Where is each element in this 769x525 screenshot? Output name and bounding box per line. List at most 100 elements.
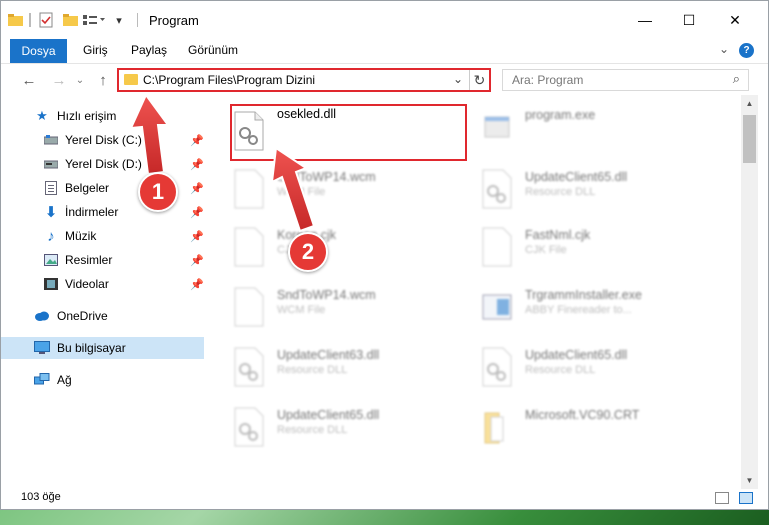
file-item-wcm[interactable]: SndToWP14.wcm WCM File [233, 163, 473, 215]
callout-badge-2: 2 [288, 232, 328, 272]
app-file-icon [482, 294, 512, 320]
maximize-button[interactable]: ☐ [667, 1, 711, 39]
recent-locations-icon[interactable]: ⌄ [73, 69, 87, 91]
pin-icon[interactable]: 📌 [190, 254, 204, 267]
expand-ribbon-icon[interactable]: ⌄ [719, 42, 729, 56]
pin-icon[interactable]: 📌 [190, 206, 204, 219]
close-button[interactable]: ✕ [713, 1, 757, 39]
file-name: UpdateClient65.dll [525, 170, 628, 184]
file-item-installer-exe[interactable]: TrgrammInstaller.exe ABBY Finereader to.… [481, 281, 721, 333]
sidebar-item-label: Hızlı erişim [57, 109, 117, 123]
file-item-program-exe[interactable]: program.exe [481, 101, 721, 153]
folder-icon [7, 10, 23, 30]
sidebar-item-pictures[interactable]: Resimler 📌 [1, 249, 204, 271]
quick-access-dropdown-icon[interactable]: ▾ [111, 10, 127, 30]
file-type: Resource DLL [277, 364, 348, 376]
file-item-dll[interactable]: UpdateClient65.dll Resource DLL [481, 341, 721, 393]
file-name: program.exe [525, 108, 596, 122]
sidebar-item-label: Yerel Disk (D:) [65, 157, 142, 171]
sidebar-item-music[interactable]: ♪ Müzik 📌 [1, 225, 204, 247]
file-item-wcm[interactable]: SndToWP14.wcm WCM File [233, 281, 473, 333]
file-name: SndToWP14.wcm [277, 170, 376, 184]
item-count: 103 öğe [21, 491, 61, 503]
sidebar-item-label: Belgeler [65, 181, 110, 195]
drive-icon [43, 132, 59, 148]
tab-file[interactable]: Dosya [10, 39, 67, 63]
refresh-icon[interactable]: ↻ [469, 70, 489, 90]
documents-icon [43, 180, 59, 196]
file-item-cjk[interactable]: FastNml.cjk CJK File [481, 221, 721, 273]
forward-arrow-icon[interactable]: → [49, 69, 69, 91]
details-view-icon[interactable] [715, 492, 729, 504]
search-input[interactable]: Ara: Program [512, 73, 583, 87]
sidebar-item-label: Videolar [65, 277, 109, 291]
address-history-icon[interactable]: ⌄ [453, 72, 463, 86]
sidebar-item-this-pc[interactable]: Bu bilgisayar [1, 337, 204, 359]
tab-home[interactable]: Giriş [83, 43, 108, 57]
sidebar-item-local-disk-c[interactable]: Yerel Disk (C:) 📌 [1, 129, 204, 151]
pin-icon[interactable]: 📌 [190, 182, 204, 195]
vertical-scrollbar[interactable]: ▲ ▼ [741, 95, 758, 489]
navigation-pane: ★ Hızlı erişim Yerel Disk (C:) 📌 Yerel D… [1, 95, 207, 489]
file-name: TrgrammInstaller.exe [525, 288, 642, 302]
scroll-down-icon[interactable]: ▼ [741, 472, 758, 489]
customize-toolbar-icon[interactable] [81, 10, 107, 30]
scroll-thumb[interactable] [743, 115, 756, 163]
blank-file-icon [234, 287, 264, 327]
dll-file-icon [234, 407, 264, 447]
properties-icon[interactable] [37, 10, 55, 30]
help-icon[interactable]: ? [739, 43, 754, 58]
navigation-bar: ← → ⌄ ↑ C:\Program Files\Program Dizini … [1, 63, 768, 95]
dll-file-icon [482, 169, 512, 209]
tab-share[interactable]: Paylaş [131, 43, 167, 57]
folder-icon [484, 412, 504, 444]
star-icon: ★ [36, 108, 48, 123]
file-type: Resource DLL [277, 424, 348, 436]
sidebar-item-videos[interactable]: Videolar 📌 [1, 273, 204, 295]
sidebar-item-onedrive[interactable]: OneDrive [1, 305, 204, 327]
new-folder-icon[interactable] [61, 10, 79, 30]
explorer-window: ▾ Program — ☐ ✕ Dosya Giriş Paylaş Görün… [0, 0, 769, 510]
pictures-icon [43, 252, 59, 268]
search-icon[interactable]: ⌕ [733, 71, 740, 87]
download-icon: ⬇ [44, 204, 58, 221]
back-arrow-icon[interactable]: ← [19, 69, 39, 91]
file-item-folder[interactable]: Microsoft.VC90.CRT [481, 401, 721, 453]
music-icon: ♪ [47, 227, 55, 245]
search-box[interactable]: Ara: Program ⌕ [502, 69, 749, 91]
pin-icon[interactable]: 📌 [190, 278, 204, 291]
title-bar: ▾ Program — ☐ ✕ [1, 1, 768, 39]
ribbon-tabs: Dosya Giriş Paylaş Görünüm ⌄ ? [1, 39, 768, 63]
sidebar-item-quick-access[interactable]: ★ Hızlı erişim [1, 105, 204, 127]
up-arrow-icon[interactable]: ↑ [93, 69, 113, 91]
file-name: FastNml.cjk [525, 228, 591, 242]
address-folder-icon [124, 74, 138, 85]
scroll-up-icon[interactable]: ▲ [741, 95, 758, 112]
exe-file-icon [484, 116, 510, 138]
cloud-icon [34, 308, 50, 324]
sidebar-item-label: İndirmeler [65, 205, 119, 219]
file-type: CJK File [525, 244, 567, 256]
file-item-cjk[interactable]: Korean.cjk CJK File [233, 221, 473, 273]
pin-icon[interactable]: 📌 [190, 134, 204, 147]
address-path[interactable]: C:\Program Files\Program Dizini [143, 73, 315, 87]
toolbar-separator [29, 13, 31, 27]
sidebar-item-label: OneDrive [57, 309, 108, 323]
pin-icon[interactable]: 📌 [190, 230, 204, 243]
pin-icon[interactable]: 📌 [190, 158, 204, 171]
file-item-dll[interactable]: UpdateClient65.dll Resource DLL [233, 401, 473, 453]
file-name: UpdateClient65.dll [525, 348, 628, 362]
file-item-dll[interactable]: UpdateClient63.dll Resource DLL [233, 341, 473, 393]
tab-view[interactable]: Görünüm [188, 43, 238, 57]
address-bar[interactable]: C:\Program Files\Program Dizini ⌄ ↻ [117, 68, 491, 92]
dll-file-icon [234, 347, 264, 387]
sidebar-item-local-disk-d[interactable]: Yerel Disk (D:) 📌 [1, 153, 204, 175]
sidebar-item-network[interactable]: Ağ [1, 369, 204, 391]
large-icons-view-icon[interactable] [739, 492, 753, 504]
drive-icon [43, 156, 59, 172]
minimize-button[interactable]: — [623, 1, 667, 39]
file-type: WCM File [277, 186, 326, 198]
file-item-dll[interactable]: UpdateClient65.dll Resource DLL [481, 163, 721, 215]
blank-file-icon [234, 227, 264, 267]
file-type: Resource DLL [525, 186, 596, 198]
